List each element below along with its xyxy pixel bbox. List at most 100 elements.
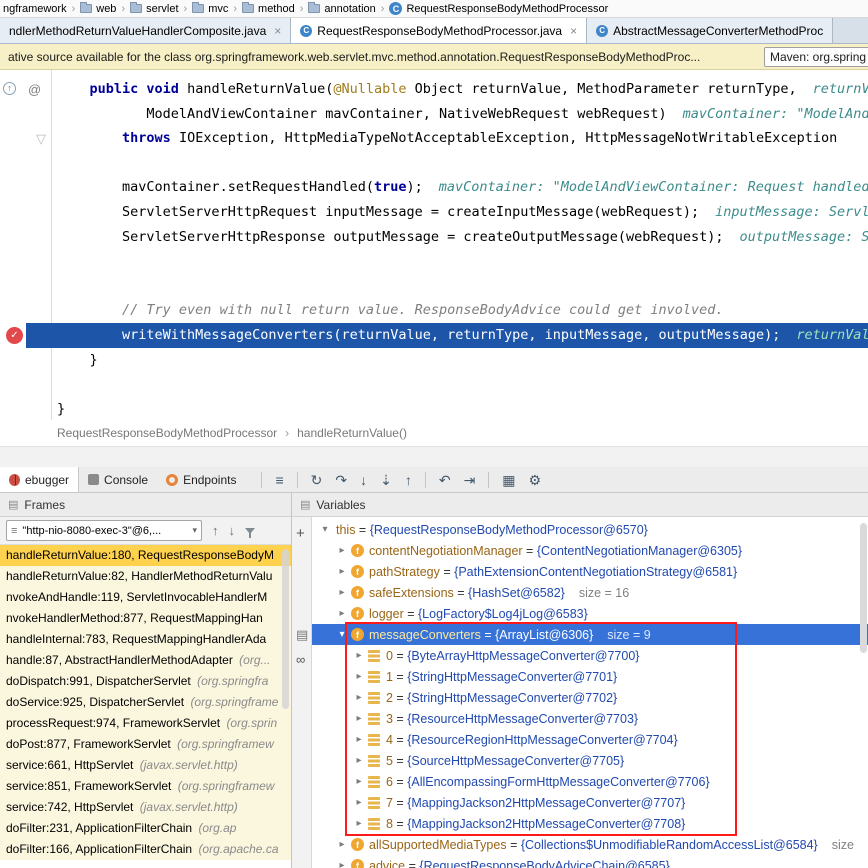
frame-package: (org.springfra [197,674,268,688]
stack-frame-row[interactable]: nvokeAndHandle:119, ServletInvocableHand… [0,587,291,608]
tool-tab-console[interactable]: Console [79,467,157,492]
step-into-icon[interactable]: ↓ [360,473,367,487]
code-line[interactable]: ServletServerHttpResponse outputMessage … [122,225,868,250]
settings-icon[interactable]: ⚙ [529,473,542,487]
source-selector-dropdown[interactable]: Maven: org.spring [764,47,868,67]
drop-frame-icon[interactable]: ↶ [439,473,451,487]
editor-tab-0[interactable]: ndlerMethodReturnValueHandlerComposite.j… [0,18,291,43]
variable-row[interactable]: ▸fsafeExtensions = {HashSet@6582}size = … [312,582,868,603]
chevron-right-icon[interactable]: ▸ [335,860,349,868]
menu-icon[interactable]: ≡ [275,473,283,487]
variables-scrollbar[interactable] [860,523,867,653]
breadcrumb-item-6[interactable]: CRequestResponseBodyMethodProcessor [389,2,608,15]
chevron-right-icon[interactable]: ▸ [352,734,366,745]
code-editor[interactable]: ↑ @ ▽ ✓ @Overridepublic void handleRetur… [0,70,868,420]
stack-frame-row[interactable]: handleInternal:783, RequestMappingHandle… [0,629,291,650]
stack-frame-row[interactable]: doFilter:166, ApplicationFilterChain (or… [0,839,291,860]
step-over-icon[interactable]: ↷ [335,473,347,487]
breadcrumb-item-4[interactable]: method [242,3,295,15]
frames-scrollbar[interactable] [282,549,289,709]
chevron-right-icon[interactable]: ▸ [352,818,366,829]
tool-tab-ebugger[interactable]: ebugger [0,467,79,492]
stack-frame-row[interactable]: handle:87, AbstractHandlerMethodAdapter … [0,650,291,671]
code-line[interactable]: } [57,397,65,420]
step-out-icon[interactable]: ↑ [405,473,412,487]
variable-row[interactable]: ▸5 = {SourceHttpMessageConverter@7705} [312,750,868,771]
chevron-right-icon[interactable]: ▸ [352,776,366,787]
variable-row[interactable]: ▸7 = {MappingJackson2HttpMessageConverte… [312,792,868,813]
thread-selector-dropdown[interactable]: ≡ "http-nio-8080-exec-3"@6,... ▾ [6,520,202,541]
variable-row[interactable]: ▸2 = {StringHttpMessageConverter@7702} [312,687,868,708]
show-watches-icon[interactable]: ∞ [296,652,305,667]
frame-text: handleInternal:783, RequestMappingHandle… [6,632,266,646]
code-line[interactable]: } [90,348,98,373]
variable-row[interactable]: ▸0 = {ByteArrayHttpMessageConverter@7700… [312,645,868,666]
variable-row[interactable]: ▸flogger = {LogFactory$Log4jLog@6583} [312,603,868,624]
breadcrumb-item-3[interactable]: mvc [192,3,228,15]
code-line[interactable]: public void handleReturnValue(@Nullable … [90,77,868,102]
stack-frame-row[interactable]: service:661, HttpServlet (javax.servlet.… [0,755,291,776]
variable-row[interactable]: ▸fpathStrategy = {PathExtensionContentNe… [312,561,868,582]
chevron-right-icon[interactable]: ▸ [352,713,366,724]
code-line[interactable]: ServletServerHttpRequest inputMessage = … [122,200,868,225]
close-tab-icon[interactable]: × [570,24,577,38]
copy-icon[interactable]: ▤ [296,627,308,643]
variable-row[interactable]: ▸8 = {MappingJackson2HttpMessageConverte… [312,813,868,834]
stack-frame-row[interactable]: handleReturnValue:82, HandlerMethodRetur… [0,566,291,587]
stack-frame-row[interactable]: nvokeHandlerMethod:877, RequestMappingHa… [0,608,291,629]
close-tab-icon[interactable]: × [274,24,281,38]
add-watch-icon[interactable]: + [296,525,305,542]
chevron-right-icon[interactable]: ▸ [352,797,366,808]
filter-frames-icon[interactable] [245,528,255,534]
chevron-right-icon[interactable]: ▸ [335,839,349,850]
chevron-right-icon[interactable]: ▸ [335,566,349,577]
stack-frame-row[interactable]: processRequest:974, FrameworkServlet (or… [0,713,291,734]
breadcrumb-item-0[interactable]: ngframework [3,3,67,15]
stack-frame-row[interactable]: doFilter:231, ApplicationFilterChain (or… [0,818,291,839]
force-step-into-icon[interactable]: ⇣ [380,473,392,487]
editor-tab-1[interactable]: CRequestResponseBodyMethodProcessor.java… [291,18,587,43]
previous-frame-icon[interactable]: ↑ [212,523,219,538]
variable-row[interactable]: ▸fadvice = {RequestResponseBodyAdviceCha… [312,855,868,868]
chevron-right-icon[interactable]: ▸ [352,671,366,682]
variable-row[interactable]: ▾this = {RequestResponseBodyMethodProces… [312,519,868,540]
stack-frame-row[interactable]: service:742, HttpServlet (javax.servlet.… [0,797,291,818]
chevron-right-icon[interactable]: ▸ [352,755,366,766]
stack-frame-row[interactable]: doService:925, DispatcherServlet (org.sp… [0,692,291,713]
breadcrumb-item-2[interactable]: servlet [130,3,178,15]
next-frame-icon[interactable]: ↓ [229,523,236,538]
run-to-cursor-icon[interactable]: ⇥ [464,473,476,487]
view-as-table-icon[interactable]: ▦ [502,473,515,487]
editor-breadcrumb-item-0[interactable]: RequestResponseBodyMethodProcessor [57,426,277,440]
variable-row[interactable]: ▸1 = {StringHttpMessageConverter@7701} [312,666,868,687]
chevron-down-icon[interactable]: ▾ [335,629,349,640]
code-lines[interactable]: @Overridepublic void handleReturnValue(@… [0,70,868,420]
breadcrumb-item-1[interactable]: web [80,3,116,15]
variable-row[interactable]: ▸4 = {ResourceRegionHttpMessageConverter… [312,729,868,750]
code-line[interactable]: // Try even with null return value. Resp… [122,298,723,323]
chevron-down-icon[interactable]: ▾ [318,524,332,535]
editor-breadcrumb-item-1[interactable]: handleReturnValue() [297,426,407,440]
stack-frame-row[interactable]: service:851, FrameworkServlet (org.sprin… [0,776,291,797]
code-line[interactable]: throws IOException, HttpMediaTypeNotAcce… [122,126,837,151]
variable-row[interactable]: ▸3 = {ResourceHttpMessageConverter@7703} [312,708,868,729]
stack-frame-row[interactable]: handleReturnValue:180, RequestResponseBo… [0,545,291,566]
variable-row[interactable]: ▸6 = {AllEncompassingFormHttpMessageConv… [312,771,868,792]
tool-tab-endpoints[interactable]: Endpoints [157,467,245,492]
variable-row[interactable]: ▸fcontentNegotiationManager = {ContentNe… [312,540,868,561]
stack-frame-row[interactable]: doPost:877, FrameworkServlet (org.spring… [0,734,291,755]
code-line[interactable]: mavContainer.setRequestHandled(true);mav… [122,175,868,200]
variable-row[interactable]: ▾fmessageConverters = {ArrayList@6306}si… [312,624,868,645]
code-line[interactable]: ModelAndViewContainer mavContainer, Nati… [146,102,868,127]
chevron-right-icon[interactable]: ▸ [335,608,349,619]
breadcrumb-item-5[interactable]: annotation [308,3,375,15]
variable-row[interactable]: ▸fallSupportedMediaTypes = {Collections$… [312,834,868,855]
code-line[interactable]: writeWithMessageConverters(returnValue, … [122,323,868,348]
show-execution-point-icon[interactable]: ↻ [311,473,323,487]
stack-frame-row[interactable]: doDispatch:991, DispatcherServlet (org.s… [0,671,291,692]
chevron-right-icon[interactable]: ▸ [335,587,349,598]
chevron-right-icon[interactable]: ▸ [352,692,366,703]
chevron-right-icon[interactable]: ▸ [335,545,349,556]
editor-tab-2[interactable]: CAbstractMessageConverterMethodProc [587,18,833,43]
chevron-right-icon[interactable]: ▸ [352,650,366,661]
